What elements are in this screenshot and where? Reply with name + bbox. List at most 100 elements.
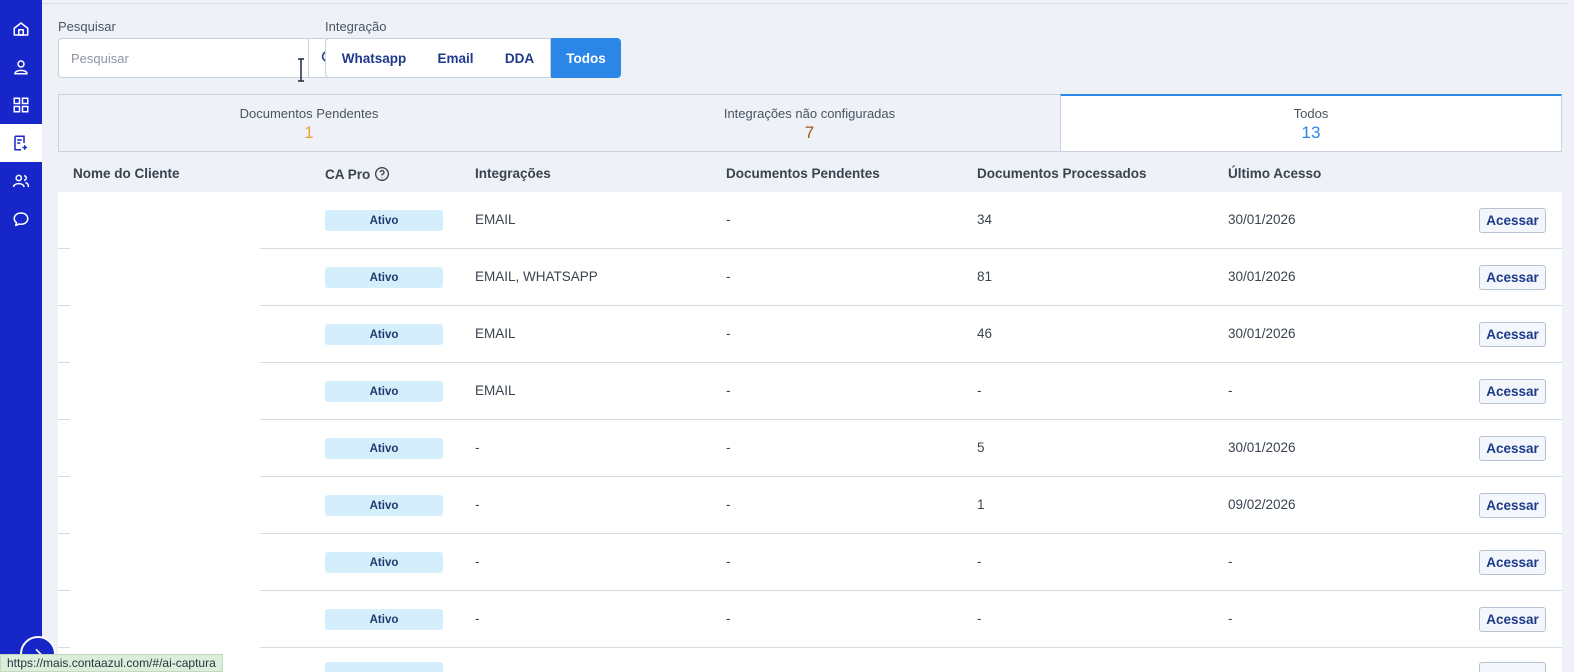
status-badge: Ativo [325,381,443,402]
sidebar-item-profile[interactable] [0,48,42,86]
grid-icon [13,97,29,113]
integration-label: Integração [325,19,387,34]
integrations-cell: - [475,554,480,569]
table-row: Ativo EMAIL, WHATSAPP - 81 30/01/2026 Ac… [58,249,1562,306]
status-badge: Ativo [325,267,443,288]
access-button[interactable]: Acessar [1479,265,1546,290]
integrations-cell: EMAIL [475,212,516,227]
table-row: Ativo EMAIL - 34 30/01/2026 Acessar [58,192,1562,249]
integrations-cell: EMAIL, WHATSAPP [475,269,598,284]
table-body: Ativo EMAIL - 34 30/01/2026 Acessar Ativ… [58,192,1562,672]
last-access-cell: 30/01/2026 [1228,212,1296,227]
status-badge: Ativo [325,210,443,231]
status-badge: Ativo [325,609,443,630]
pending-cell: - [726,383,731,398]
tab-documentos-pendentes[interactable]: Documentos Pendentes 1 [58,94,560,152]
last-access-cell: 30/01/2026 [1228,269,1296,284]
tab-count: 7 [804,123,815,142]
pending-cell: - [726,497,731,512]
column-header-ca-pro: CA Pro [325,166,390,182]
tab-label: Documentos Pendentes [239,106,379,121]
chat-icon [13,212,29,227]
tab-count: 13 [1301,123,1321,142]
access-button[interactable]: Acessar [1479,208,1546,233]
table-row: Ativo - - - - Acessar [58,591,1562,648]
sidebar-item-clients[interactable] [0,162,42,200]
integrations-cell: - [475,497,480,512]
integrations-cell: - [475,611,480,626]
integration-option-dda[interactable]: DDA [489,38,551,78]
last-access-cell: 30/01/2026 [1228,326,1296,341]
integrations-cell: - [475,440,480,455]
search-label: Pesquisar [58,19,116,34]
table-row: Ativo - - 1 09/02/2026 Acessar [58,477,1562,534]
status-badge-partial [325,662,443,672]
table-header: Nome do Cliente CA Pro Integrações Docum… [58,156,1562,192]
last-access-cell: - [1228,383,1233,398]
integrations-cell: EMAIL [475,326,516,341]
browser-status-url: https://mais.contaazul.com/#/ai-captura [0,654,223,672]
sidebar-item-home[interactable] [0,10,42,48]
table-row: Ativo - - - - Acessar [58,534,1562,591]
sidebar-item-documents[interactable] [0,124,42,162]
sidebar-item-chat[interactable] [0,200,42,238]
status-badge: Ativo [325,552,443,573]
pending-cell: - [726,440,731,455]
access-button[interactable]: Acessar [1479,322,1546,347]
tab-integracoes-nao-configuradas[interactable]: Integrações não configuradas 7 [559,94,1061,152]
processed-cell: 1 [977,497,985,512]
home-icon [13,22,29,36]
column-header-pending: Documentos Pendentes [726,166,880,181]
sidebar-item-apps[interactable] [0,86,42,124]
last-access-cell: 09/02/2026 [1228,497,1296,512]
tab-todos[interactable]: Todos 13 [1060,94,1562,152]
pending-cell: - [726,611,731,626]
column-header-ca-pro-label: CA Pro [325,166,371,182]
table-row: Ativo EMAIL - - - Acessar [58,363,1562,420]
access-button[interactable]: Acessar [1479,550,1546,575]
sidebar [0,0,42,672]
search-field[interactable] [58,38,309,78]
help-icon[interactable] [374,166,390,182]
tab-label: Todos [1293,106,1329,121]
pending-cell: - [726,326,731,341]
pending-cell: - [726,212,731,227]
tab-label: Integrações não configuradas [723,106,896,121]
tab-count: 1 [304,123,314,142]
integrations-cell: EMAIL [475,383,516,398]
document-add-icon [14,135,27,151]
processed-cell: 34 [977,212,993,227]
column-header-last-access: Último Acesso [1228,166,1322,181]
access-button-partial [1479,662,1546,672]
column-header-client: Nome do Cliente [73,166,180,181]
last-access-cell: 30/01/2026 [1228,440,1296,455]
processed-cell: 5 [977,440,985,455]
column-header-integrations: Integrações [475,166,551,181]
last-access-cell: - [1228,554,1233,569]
integration-option-todos[interactable]: Todos [551,38,621,78]
column-header-processed: Documentos Processados [977,166,1147,181]
access-button[interactable]: Acessar [1479,436,1546,461]
pending-cell: - [726,554,731,569]
table-row: Ativo - - 5 30/01/2026 Acessar [58,420,1562,477]
table-row [58,648,1562,672]
pending-cell: - [726,269,731,284]
table-row: Ativo EMAIL - 46 30/01/2026 Acessar [58,306,1562,363]
user-icon [14,60,28,75]
access-button[interactable]: Acessar [1479,493,1546,518]
processed-cell: 81 [977,269,993,284]
access-button[interactable]: Acessar [1479,379,1546,404]
processed-cell: - [977,554,982,569]
processed-cell: 46 [977,326,993,341]
last-access-cell: - [1228,611,1233,626]
search-input[interactable] [59,39,308,77]
main-content: Pesquisar Integração Whatsapp Email DDA … [42,3,1568,672]
integration-option-email[interactable]: Email [422,38,490,78]
access-button[interactable]: Acessar [1479,607,1546,632]
status-badge: Ativo [325,495,443,516]
processed-cell: - [977,383,982,398]
text-cursor-icon [298,58,304,82]
users-icon [12,174,30,188]
status-badge: Ativo [325,438,443,459]
integration-option-whatsapp[interactable]: Whatsapp [325,38,423,78]
